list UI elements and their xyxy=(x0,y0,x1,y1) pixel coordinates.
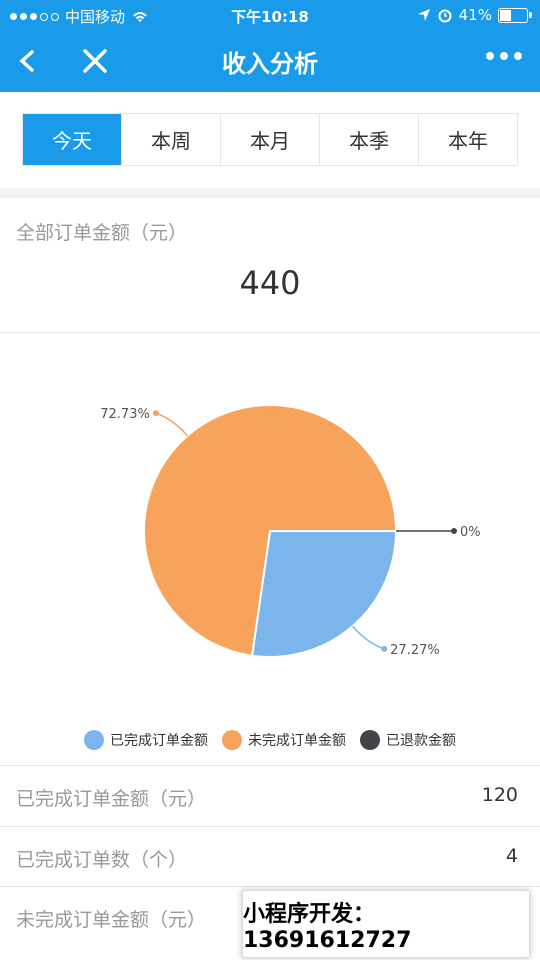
legend-label: 已退款金额 xyxy=(386,733,456,749)
list-item: 已完成订单数（个） 4 xyxy=(0,827,540,887)
row-label: 未完成订单金额（元） xyxy=(16,909,207,931)
pie-label-incomplete: 72.73% xyxy=(100,407,150,422)
pie-connector xyxy=(155,412,189,437)
page-title: 收入分析 xyxy=(222,50,318,78)
section-divider xyxy=(0,188,540,198)
pie-connector-dot xyxy=(451,528,457,534)
row-label: 已完成订单数（个） xyxy=(16,849,188,871)
row-label: 已完成订单金额（元） xyxy=(16,788,207,810)
row-value: 120 xyxy=(481,784,518,806)
income-pie-chart: 27.27% 72.73% 0% xyxy=(100,404,481,658)
pie-connector-dot xyxy=(152,410,159,417)
pie-connector-dot xyxy=(381,645,388,652)
list-item: 已完成订单金额（元） 120 xyxy=(0,766,540,826)
promo-banner[interactable]: 小程序开发：13691612727 xyxy=(242,890,530,958)
tab-week[interactable]: 本周 xyxy=(121,114,220,165)
location-icon xyxy=(417,9,430,21)
total-amount-value: 440 xyxy=(239,264,301,302)
tab-month[interactable]: 本月 xyxy=(220,114,319,165)
tab-quarter[interactable]: 本季 xyxy=(319,114,418,165)
battery-icon xyxy=(498,7,532,23)
legend-swatch xyxy=(84,730,104,750)
battery-percent: 41% xyxy=(458,6,492,24)
status-bar: 中国移动 下午10:18 41% xyxy=(0,0,540,30)
legend-swatch xyxy=(222,730,242,750)
more-icon[interactable] xyxy=(486,52,522,60)
legend-item-completed[interactable]: 已完成订单金额 xyxy=(84,730,208,750)
status-right: 41% xyxy=(417,6,532,24)
legend-item-incomplete[interactable]: 未完成订单金额 xyxy=(222,730,346,750)
total-amount-label: 全部订单金额（元） xyxy=(16,222,188,244)
row-value: 4 xyxy=(505,845,518,867)
pie-label-completed: 27.27% xyxy=(390,643,440,658)
app-header: 中国移动 下午10:18 41% 收入分析 xyxy=(0,0,540,92)
legend-label: 未完成订单金额 xyxy=(248,733,346,749)
nav-bar: 收入分析 xyxy=(0,30,540,92)
legend-item-refunded[interactable]: 已退款金额 xyxy=(360,730,456,750)
tab-year[interactable]: 本年 xyxy=(418,114,517,165)
pie-label-refunded: 0% xyxy=(460,525,481,540)
period-tabs: 今天 本周 本月 本季 本年 xyxy=(22,113,518,166)
legend-label: 已完成订单金额 xyxy=(110,733,208,749)
legend-swatch xyxy=(360,730,380,750)
pie-slice-completed[interactable] xyxy=(250,530,398,658)
pie-connector xyxy=(351,625,385,650)
tab-today[interactable]: 今天 xyxy=(23,114,121,165)
alarm-icon xyxy=(438,9,452,23)
chart-legend: 已完成订单金额 未完成订单金额 已退款金额 xyxy=(0,730,540,750)
